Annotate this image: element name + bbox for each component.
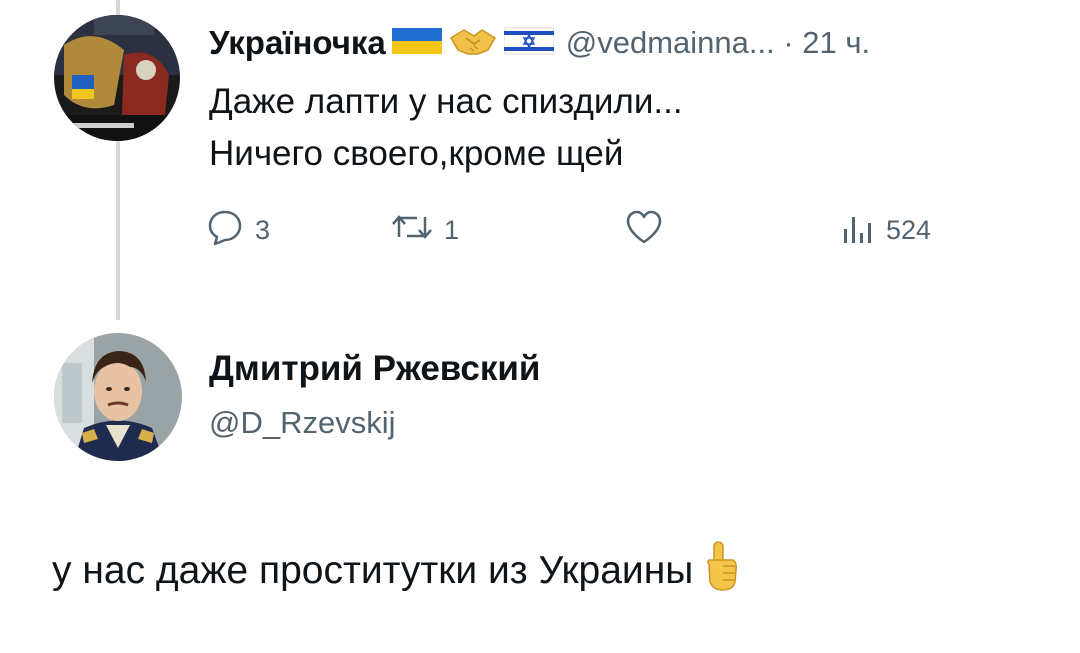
handle[interactable]: @D_Rzevskij: [209, 405, 396, 441]
tweet-text: Даже лапти у нас спиздили... Ничего свое…: [209, 76, 683, 180]
tweet-text-line: Даже лапти у нас спиздили...: [209, 82, 683, 121]
israel-flag-icon: [503, 26, 555, 61]
index-pointing-up-icon: [703, 540, 739, 602]
avatar[interactable]: [54, 15, 180, 141]
retweet-count: 1: [444, 214, 460, 245]
action-bar: 3 1 524: [205, 205, 975, 255]
display-name[interactable]: Украïночка: [209, 24, 386, 62]
reply-text: у нас даже проститутки из Украины: [52, 540, 739, 602]
retweet-icon: [390, 207, 434, 254]
reply-text-content: у нас даже проститутки из Украины: [52, 549, 694, 592]
handle-time[interactable]: @vedmainna... · 21 ч.: [566, 25, 870, 61]
reply-count: 3: [255, 214, 271, 245]
heart-icon: [623, 207, 665, 254]
like-button[interactable]: [623, 205, 665, 255]
views-count: 524: [886, 214, 932, 245]
reply-icon: [205, 207, 245, 254]
display-name[interactable]: Дмитрий Ржевский: [209, 349, 540, 389]
views-icon: [840, 207, 876, 254]
retweet-button[interactable]: 1: [390, 205, 459, 255]
tweet-text-line: Ничего своего,кроме щей: [209, 134, 624, 173]
handshake-icon: [448, 24, 498, 63]
ukraine-flag-icon: [391, 26, 442, 61]
views-button[interactable]: 524: [840, 205, 931, 255]
parent-tweet-header: Украïночка @vedmainna... · 21 ч.: [209, 18, 870, 68]
avatar[interactable]: [54, 333, 182, 461]
reply-button[interactable]: 3: [205, 205, 270, 255]
